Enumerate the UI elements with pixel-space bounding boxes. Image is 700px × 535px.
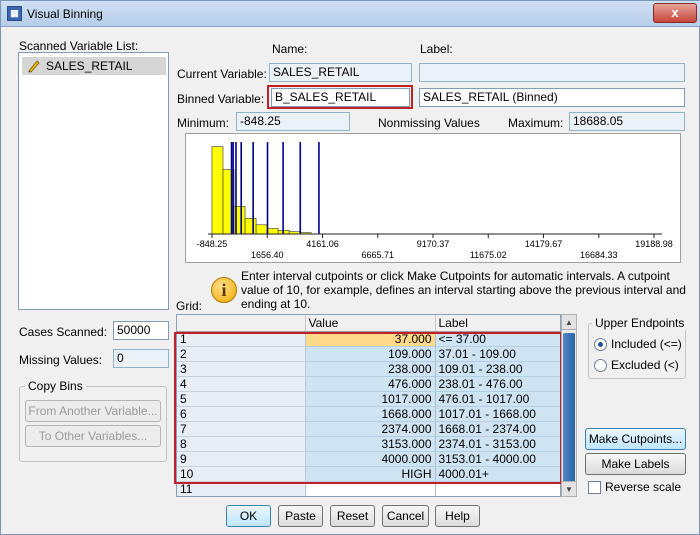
copy-bins-group xyxy=(19,386,167,462)
grid-header-rownum xyxy=(177,315,306,332)
make-cutpoints-button[interactable]: Make Cutpoints... xyxy=(585,428,686,450)
histogram-chart[interactable]: -848.25 4161.06 9170.37 14179.67 19188.98 165… xyxy=(185,133,681,263)
current-variable-label: Current Variable: xyxy=(177,67,267,81)
name-header: Name: xyxy=(272,42,308,56)
grid-header-value: Value xyxy=(305,315,436,332)
reverse-scale-checkbox[interactable] xyxy=(588,481,601,494)
app-icon: ▦ xyxy=(7,6,22,21)
binned-variable-label-input[interactable]: SALES_RETAIL (Binned) xyxy=(419,88,685,107)
copy-bins-title: Copy Bins xyxy=(25,379,86,393)
x-tick-label: 9170.37 xyxy=(417,239,450,249)
maximum-value-field: 18688.05 xyxy=(569,112,685,131)
scroll-thumb[interactable] xyxy=(563,333,575,483)
nonmissing-values-label: Nonmissing Values xyxy=(378,116,480,130)
histogram-svg: -848.25 4161.06 9170.37 14179.67 19188.98 165… xyxy=(197,142,673,260)
list-item-label: SALES_RETAIL xyxy=(46,59,133,73)
x-tick-label: 6665.71 xyxy=(361,250,394,260)
upper-endpoints-title: Upper Endpoints xyxy=(592,316,688,330)
x-tick-label: 4161.06 xyxy=(306,239,339,249)
grid-highlight-box xyxy=(174,332,562,484)
x-tick-label: 14179.67 xyxy=(525,239,563,249)
x-tick-label: -848.25 xyxy=(197,239,228,249)
current-variable-name-field: SALES_RETAIL xyxy=(269,63,412,82)
cases-scanned-input[interactable]: 50000 xyxy=(113,321,169,340)
maximum-label: Maximum: xyxy=(508,116,564,130)
x-tick-label: 19188.98 xyxy=(635,239,673,249)
window-title: Visual Binning xyxy=(27,7,103,21)
info-text: Enter interval cutpoints or click Make C… xyxy=(241,269,686,311)
scanned-variable-list-label: Scanned Variable List: xyxy=(19,39,139,53)
reverse-scale-label[interactable]: Reverse scale xyxy=(605,480,681,494)
histogram-bar xyxy=(211,146,224,235)
info-icon: i xyxy=(211,277,237,303)
scale-variable-icon xyxy=(28,60,40,73)
help-button[interactable]: Help xyxy=(435,505,480,527)
cancel-button[interactable]: Cancel xyxy=(382,505,429,527)
copy-from-variable-button[interactable]: From Another Variable... xyxy=(25,400,161,422)
grid-scrollbar[interactable]: ▲ ▼ xyxy=(561,314,577,497)
x-tick-label: 11675.02 xyxy=(470,250,507,260)
visual-binning-dialog: ▦ Visual Binning x Scanned Variable List… xyxy=(0,0,700,535)
copy-to-variables-button[interactable]: To Other Variables... xyxy=(25,425,161,447)
histogram-bar xyxy=(266,228,279,235)
binned-variable-label: Binned Variable: xyxy=(177,92,265,106)
cases-scanned-label: Cases Scanned: xyxy=(19,325,108,339)
x-tick-label: 16684.33 xyxy=(580,250,618,260)
missing-values-label: Missing Values: xyxy=(19,353,103,367)
missing-values-field: 0 xyxy=(113,349,169,368)
minimum-value-field: -848.25 xyxy=(236,112,350,131)
histogram-bar xyxy=(255,224,268,235)
scroll-down-icon[interactable]: ▼ xyxy=(562,481,576,496)
make-labels-button[interactable]: Make Labels xyxy=(585,453,686,475)
list-item[interactable]: SALES_RETAIL xyxy=(22,57,166,75)
ok-button[interactable]: OK xyxy=(226,505,271,527)
grid-label: Grid: xyxy=(176,299,203,313)
reset-button[interactable]: Reset xyxy=(330,505,375,527)
highlight-box xyxy=(267,85,413,109)
paste-button[interactable]: Paste xyxy=(278,505,323,527)
minimum-label: Minimum: xyxy=(177,116,230,130)
title-bar: ▦ Visual Binning x xyxy=(1,1,700,27)
included-label[interactable]: Included (<=) xyxy=(611,337,682,351)
scanned-variable-list[interactable]: SALES_RETAIL xyxy=(18,52,169,310)
current-variable-label-field xyxy=(419,63,685,82)
close-button[interactable]: x xyxy=(653,3,697,23)
included-radio[interactable] xyxy=(594,338,607,351)
x-tick-label: 1656.40 xyxy=(251,250,284,260)
grid-header-label: Label xyxy=(435,315,560,332)
label-header: Label: xyxy=(420,42,453,56)
excluded-radio[interactable] xyxy=(594,359,607,372)
histogram-bar xyxy=(244,218,257,235)
scroll-up-icon[interactable]: ▲ xyxy=(562,315,576,330)
excluded-label[interactable]: Excluded (<) xyxy=(611,358,679,372)
